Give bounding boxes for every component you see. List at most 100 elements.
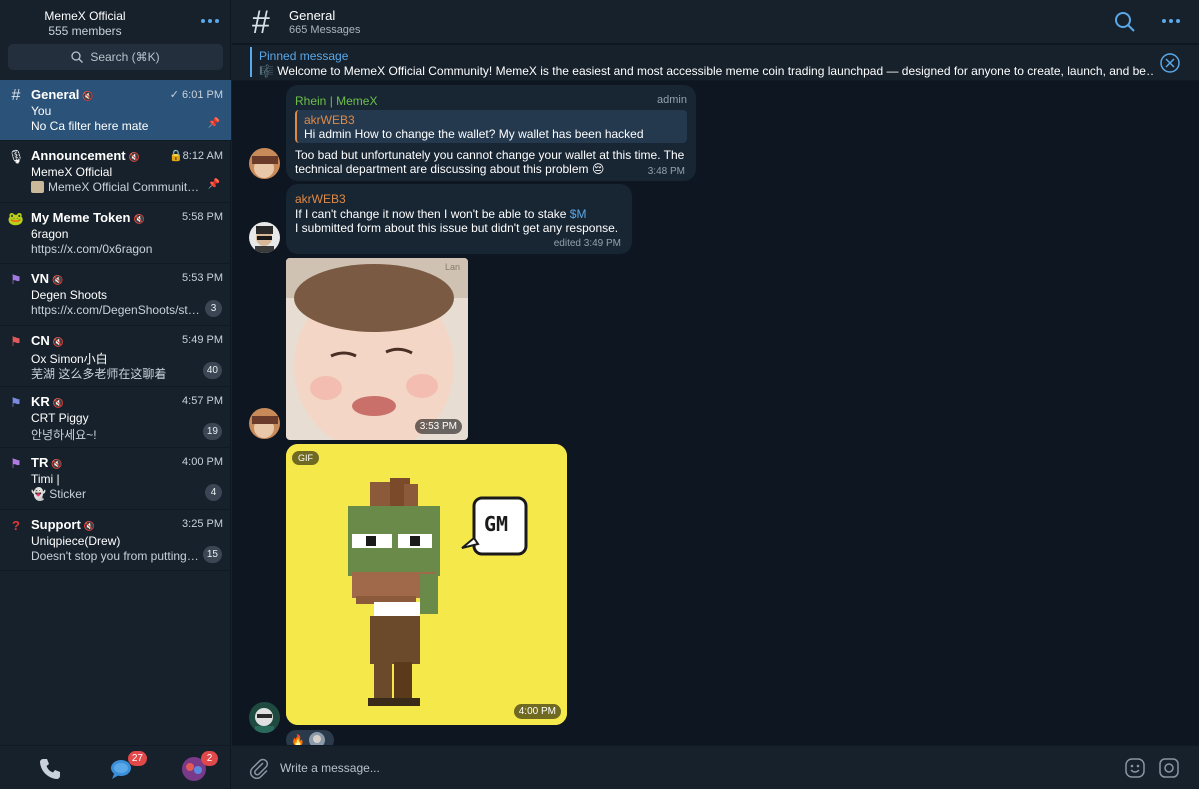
sticker-text: GM xyxy=(484,512,509,536)
paperclip-icon[interactable] xyxy=(248,757,270,779)
message-input[interactable] xyxy=(280,754,1100,782)
message-text: I submitted form about this issue but di… xyxy=(295,221,619,235)
emoji-icon[interactable] xyxy=(1124,757,1146,779)
avatar-image xyxy=(249,408,280,439)
flag-icon: ⚑ xyxy=(10,456,22,472)
announcement-icon: 🎼 xyxy=(259,64,274,78)
chat-name: Announcement 🔇 xyxy=(31,148,140,164)
gif-message[interactable]: GM GIF 4:00 PM xyxy=(286,444,567,725)
pinned-indicator xyxy=(250,47,252,77)
chat-last-sender: CRT Piggy xyxy=(31,410,89,425)
chat-name: CN 🔇 xyxy=(31,332,64,348)
chats-button[interactable]: 27 xyxy=(109,751,147,783)
avatar-image xyxy=(249,148,280,179)
contacts-unread-badge: 2 xyxy=(201,751,218,766)
pinned-text: 🎼 Welcome to MemeX Official Community! M… xyxy=(259,64,1154,78)
telegram-window: MemeX Official 555 members Search (⌘K) #… xyxy=(0,0,1199,789)
search-input[interactable]: Search (⌘K) xyxy=(8,44,223,70)
avatar-image xyxy=(249,702,280,733)
muted-icon: 🔇 xyxy=(82,91,94,101)
photo-watermark: Lan xyxy=(444,262,460,272)
more-options-icon[interactable] xyxy=(199,12,221,30)
chat-last-message: 안녕하세요~! xyxy=(31,427,97,442)
unread-badge: 40 xyxy=(202,361,222,379)
chat-time: 4:00 PM xyxy=(182,456,223,469)
close-circle-icon[interactable] xyxy=(1160,53,1180,73)
muted-icon: 🔇 xyxy=(52,397,64,408)
reaction-chip[interactable]: 🔥 xyxy=(286,730,334,745)
chat-title[interactable]: General xyxy=(289,8,335,23)
message-author[interactable]: Rhein | MemeX xyxy=(295,94,377,108)
chat-time: 🔒8:12 AM xyxy=(168,150,223,163)
message-bubble[interactable]: akrWEB3 If I can't change it now then I … xyxy=(286,184,632,254)
chat-last-message: https://x.com/0x6ragon xyxy=(31,241,153,256)
more-options-icon[interactable] xyxy=(1160,12,1182,30)
chat-last-sender: Uniqpiece(Drew) xyxy=(31,533,121,548)
avatar[interactable] xyxy=(249,148,280,179)
chat-item-kr[interactable]: ⚑ KR 🔇 4:57 PM CRT Piggy 안녕하세요~! 19 xyxy=(0,387,231,449)
chat-last-message: Doesn't stop you from putting… xyxy=(31,548,199,563)
chat-item-announcement[interactable]: 🎙 Announcement 🔇 🔒8:12 AM MemeX Official … xyxy=(0,141,231,203)
phone-icon[interactable] xyxy=(36,755,64,783)
chat-item-general[interactable]: # General 🔇 ✓ 6:01 PM You No Ca filter he… xyxy=(0,80,231,142)
chat-last-sender: 6ragon xyxy=(31,226,69,241)
chat-item-tr[interactable]: ⚑ TR 🔇 4:00 PM Timi | 👻 Sticker 4 xyxy=(0,448,231,510)
flag-icon: ⚑ xyxy=(10,394,22,410)
reactor-avatar xyxy=(308,732,325,745)
chat-list: # General 🔇 ✓ 6:01 PM You No Ca filter he… xyxy=(0,80,231,572)
chat-name: VN 🔇 xyxy=(31,271,64,287)
sidebar: MemeX Official 555 members Search (⌘K) #… xyxy=(0,0,231,789)
chats-unread-badge: 27 xyxy=(127,751,147,766)
chat-last-sender: Timi | xyxy=(31,472,60,487)
chat-name: KR 🔇 xyxy=(31,393,64,409)
message-author[interactable]: akrWEB3 xyxy=(295,192,346,206)
message-text: If I can't change it now then I won't be… xyxy=(295,207,587,221)
message-time: 4:00 PM xyxy=(513,704,561,719)
pepe-gm-sticker xyxy=(286,444,567,725)
search-placeholder: Search (⌘K) xyxy=(90,50,160,64)
gif-label: GIF xyxy=(292,451,319,465)
pinned-message-bar[interactable]: Pinned message 🎼 Welcome to MemeX Offici… xyxy=(232,45,1199,81)
unread-badge: 15 xyxy=(202,545,222,563)
chat-time: 4:57 PM xyxy=(182,394,223,407)
avatar[interactable] xyxy=(249,702,280,733)
muted-icon: 🔇 xyxy=(52,275,64,286)
chat-time: 5:53 PM xyxy=(182,272,223,285)
message-time: 3:48 PM xyxy=(647,166,685,177)
chat-item-my-meme-token[interactable]: 🐸 My Meme Token 🔇 5:58 PM 6ragon https://… xyxy=(0,203,231,265)
camera-icon[interactable] xyxy=(1158,757,1180,779)
photo-message[interactable]: Lan 3:53 PM xyxy=(286,258,468,440)
chat-item-cn[interactable]: ⚑ CN 🔇 5:49 PM Ox Simon小白 芜湖 这么多老师在这聊着 40 xyxy=(0,326,231,387)
chat-last-message: 👻 Sticker xyxy=(31,487,86,502)
chat-last-sender: MemeX Official xyxy=(31,165,113,180)
group-title: MemeX Official xyxy=(44,9,126,23)
unread-badge: 19 xyxy=(202,422,222,440)
chat-last-sender: Degen Shoots xyxy=(31,288,108,303)
avatar-image xyxy=(249,222,280,253)
avatar[interactable] xyxy=(249,408,280,439)
group-header[interactable]: MemeX Official 555 members xyxy=(0,0,231,44)
muted-icon: 🔇 xyxy=(128,152,140,163)
quote-author: akrWEB3 xyxy=(304,113,355,127)
sidebar-bottom-bar: 27 2 xyxy=(0,745,231,789)
chat-item-vn[interactable]: ⚑ VN 🔇 5:53 PM Degen Shoots https://x.com… xyxy=(0,264,231,326)
message-text: technical department are discussing abou… xyxy=(295,162,605,176)
ticker-mention[interactable]: $M xyxy=(570,207,587,221)
search-icon[interactable] xyxy=(1114,11,1136,33)
hash-icon: # xyxy=(11,87,21,104)
message-feed[interactable]: Rhein | MemeX admin akrWEB3 Hi admin How… xyxy=(232,82,1199,745)
chat-last-message: https://x.com/DegenShoots/st… xyxy=(31,303,200,318)
contacts-button[interactable]: 2 xyxy=(180,751,218,783)
chat-item-support[interactable]: ? Support 🔇 3:25 PM Uniqpiece(Drew) Doesn… xyxy=(0,510,231,572)
chat-main: # General 665 Messages Pinned message 🎼 … xyxy=(232,0,1199,789)
pin-icon: 📌 xyxy=(207,179,220,191)
muted-icon: 🔇 xyxy=(83,520,96,531)
read-check-icon: ✓ xyxy=(169,89,179,101)
avatar[interactable] xyxy=(249,222,280,253)
quote-text: Hi admin How to change the wallet? My wa… xyxy=(304,127,644,141)
message-count: 665 Messages xyxy=(289,24,361,36)
reply-quote[interactable]: akrWEB3 Hi admin How to change the walle… xyxy=(295,110,687,143)
muted-icon: 🔇 xyxy=(133,213,145,224)
chat-header: # General 665 Messages xyxy=(232,0,1199,44)
message-bubble[interactable]: Rhein | MemeX admin akrWEB3 Hi admin How… xyxy=(286,85,696,181)
